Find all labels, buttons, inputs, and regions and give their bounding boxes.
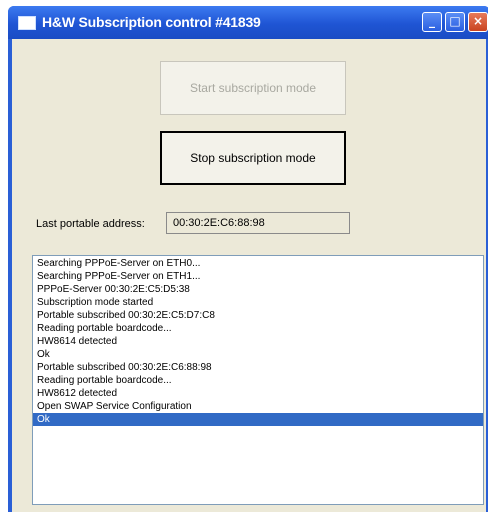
dialog-body: Start subscription mode Stop subscriptio… — [12, 39, 486, 512]
log-line[interactable]: Ok — [33, 348, 483, 361]
maximize-button[interactable]: □ — [445, 12, 465, 32]
log-line[interactable]: Reading portable boardcode... — [33, 322, 483, 335]
close-button[interactable]: × — [468, 12, 488, 32]
log-line-selected[interactable]: Ok — [33, 413, 483, 426]
log-line[interactable]: PPPoE-Server 00:30:2E:C5:D5:38 — [33, 283, 483, 296]
stop-subscription-button[interactable]: Stop subscription mode — [160, 131, 346, 185]
log-line[interactable]: Portable subscribed 00:30:2E:C6:88:98 — [33, 361, 483, 374]
log-line[interactable]: Portable subscribed 00:30:2E:C5:D7:C8 — [33, 309, 483, 322]
minimize-button[interactable]: _ — [422, 12, 442, 32]
log-line[interactable]: Reading portable boardcode... — [33, 374, 483, 387]
log-listbox[interactable]: Searching PPPoE-Server on ETH0... Searchi… — [32, 255, 484, 505]
window-title: H&W Subscription control #41839 — [42, 14, 261, 30]
log-line[interactable]: Searching PPPoE-Server on ETH0... — [33, 257, 483, 270]
window-app-icon — [18, 16, 36, 30]
start-subscription-button[interactable]: Start subscription mode — [160, 61, 346, 115]
last-portable-address-field: 00:30:2E:C6:88:98 — [166, 212, 350, 234]
log-line[interactable]: Subscription mode started — [33, 296, 483, 309]
log-line[interactable]: Searching PPPoE-Server on ETH1... — [33, 270, 483, 283]
app-window: H&W Subscription control #41839 _ □ × St… — [8, 6, 488, 512]
log-line[interactable]: Open SWAP Service Configuration — [33, 400, 483, 413]
last-portable-address-label: Last portable address: — [36, 218, 145, 230]
title-bar[interactable]: H&W Subscription control #41839 _ □ × — [8, 6, 488, 39]
log-line[interactable]: HW8614 detected — [33, 335, 483, 348]
log-line[interactable]: HW8612 detected — [33, 387, 483, 400]
